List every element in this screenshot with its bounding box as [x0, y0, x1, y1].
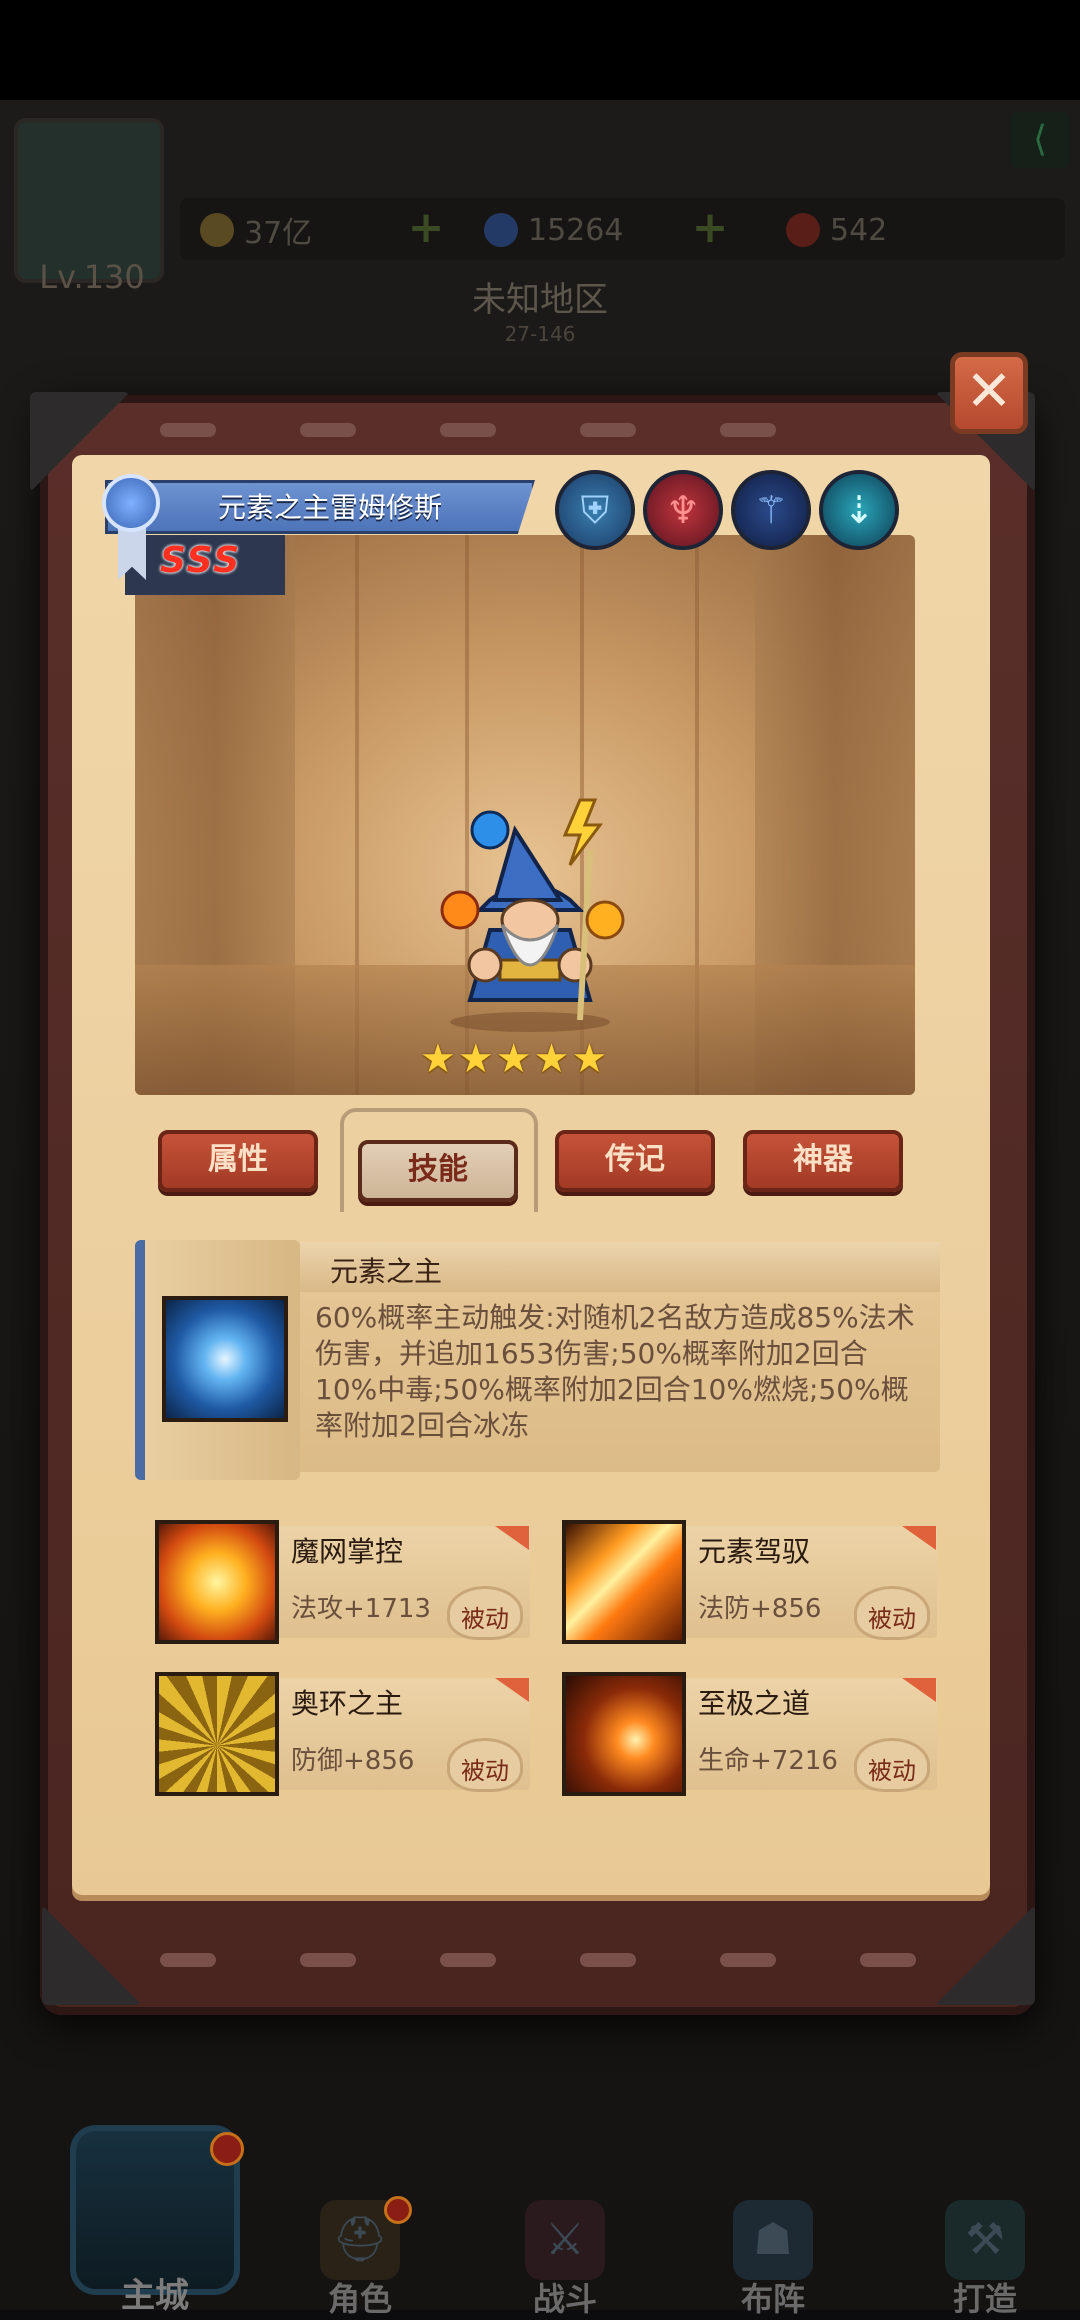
fire-orb-skill-icon	[155, 1520, 279, 1644]
frame-decoration	[720, 1953, 776, 1967]
frame-decoration	[160, 1953, 216, 1967]
nav-label-forge: 打造	[952, 2280, 1017, 2318]
star-icon: ★	[457, 1036, 494, 1082]
hero-name: 元素之主雷姆修斯	[217, 491, 442, 524]
demon-mask-icon[interactable]: ♆	[643, 470, 723, 550]
staff-icon[interactable]: ⚚	[731, 470, 811, 550]
passive-skill-name: 至极之道	[698, 1687, 811, 1720]
passive-skill-stat: 防御+856	[291, 1746, 415, 1776]
nav-label-formation: 布阵	[740, 2280, 805, 2318]
passive-badge: 被动	[447, 1738, 523, 1792]
frame-decoration	[440, 423, 496, 437]
ruby-value: 542	[830, 212, 888, 248]
add-diamond-button[interactable]: +	[688, 206, 732, 250]
region-code: 27-146	[504, 322, 576, 346]
ruby-icon	[786, 213, 820, 247]
diamond-value: 15264	[528, 212, 624, 248]
status-bar	[0, 0, 1080, 100]
passive-skill-card[interactable]: 至极之道 生命+7216 被动	[562, 1672, 937, 1796]
passive-skill-card[interactable]: 元素驾驭 法防+856 被动	[562, 1520, 937, 1644]
main-skill-title: 元素之主	[330, 1255, 443, 1288]
passive-skill-card[interactable]: 奥环之主 防御+856 被动	[155, 1672, 530, 1796]
hero-star-rating: ★ ★ ★ ★ ★	[420, 1036, 620, 1086]
notification-badge	[384, 2196, 412, 2224]
main-skill-description: 60%概率主动触发:对随机2名敌方造成85%法术伤害，并追加1653伤害;50%…	[315, 1301, 915, 1442]
gold-resource: 37亿	[200, 210, 313, 251]
tab-skills[interactable]: 技能	[358, 1140, 518, 1202]
star-icon: ★	[495, 1036, 532, 1082]
frame-decoration	[300, 1953, 356, 1967]
fire-swirl-skill-icon	[562, 1672, 686, 1796]
anvil-icon: ⚒	[945, 2200, 1025, 2280]
passive-skill-name: 魔网掌控	[291, 1535, 404, 1568]
gold-icon	[200, 213, 234, 247]
tab-biography[interactable]: 传记	[555, 1130, 715, 1192]
gold-value: 37亿	[244, 216, 313, 251]
nav-formation-button[interactable]: ☗ 布阵	[713, 2200, 833, 2318]
nav-label-character: 角色	[327, 2280, 392, 2318]
passive-skill-stat: 生命+7216	[698, 1746, 838, 1776]
diamond-resource: 15264	[484, 210, 623, 250]
notification-badge	[210, 2132, 244, 2166]
passive-skill-stat: 法防+856	[698, 1594, 822, 1624]
helmet-icon[interactable]: ⛨	[555, 470, 635, 550]
tab-artifact[interactable]: 神器	[743, 1130, 903, 1192]
passive-badge: 被动	[447, 1586, 523, 1640]
tab-attributes[interactable]: 属性	[158, 1130, 318, 1192]
player-level: Lv.130	[39, 258, 145, 296]
passive-skill-name: 元素驾驭	[698, 1535, 811, 1568]
nav-label-battle: 战斗	[532, 2280, 597, 2318]
nav-forge-button[interactable]: ⚒ 打造	[925, 2200, 1045, 2318]
frame-decoration	[160, 423, 216, 437]
passive-badge: 被动	[854, 1586, 930, 1640]
hero-grade: SSS	[160, 540, 242, 581]
frame-decoration	[580, 423, 636, 437]
frame-decoration	[720, 423, 776, 437]
passive-skill-card[interactable]: 魔网掌控 法攻+1713 被动	[155, 1520, 530, 1644]
staff-skill-icon	[155, 1672, 279, 1796]
lightning-skill-icon[interactable]	[162, 1296, 288, 1422]
frame-decoration	[300, 423, 356, 437]
frame-decoration	[440, 1953, 496, 1967]
passive-skill-stat: 法攻+1713	[291, 1594, 431, 1624]
formation-icon: ☗	[733, 2200, 813, 2280]
wave-icon[interactable]: ⇣	[819, 470, 899, 550]
frame-decoration	[580, 1953, 636, 1967]
flame-streak-skill-icon	[562, 1520, 686, 1644]
passive-skill-name: 奥环之主	[291, 1687, 404, 1720]
passive-badge: 被动	[854, 1738, 930, 1792]
ruby-resource: 542	[786, 210, 887, 250]
star-icon: ★	[571, 1036, 608, 1082]
add-gold-button[interactable]: +	[404, 206, 448, 250]
crossed-swords-icon: ⚔	[525, 2200, 605, 2280]
share-button[interactable]: ⟨	[1010, 112, 1070, 168]
nav-battle-button[interactable]: ⚔ 战斗	[505, 2200, 625, 2318]
diamond-icon	[484, 213, 518, 247]
close-button[interactable]: ✕	[950, 352, 1028, 434]
frame-decoration	[860, 1953, 916, 1967]
star-icon: ★	[420, 1036, 456, 1082]
wizard-hero-illustration	[440, 798, 625, 1032]
star-icon: ★	[533, 1036, 570, 1082]
region-name: 未知地区	[472, 280, 608, 320]
